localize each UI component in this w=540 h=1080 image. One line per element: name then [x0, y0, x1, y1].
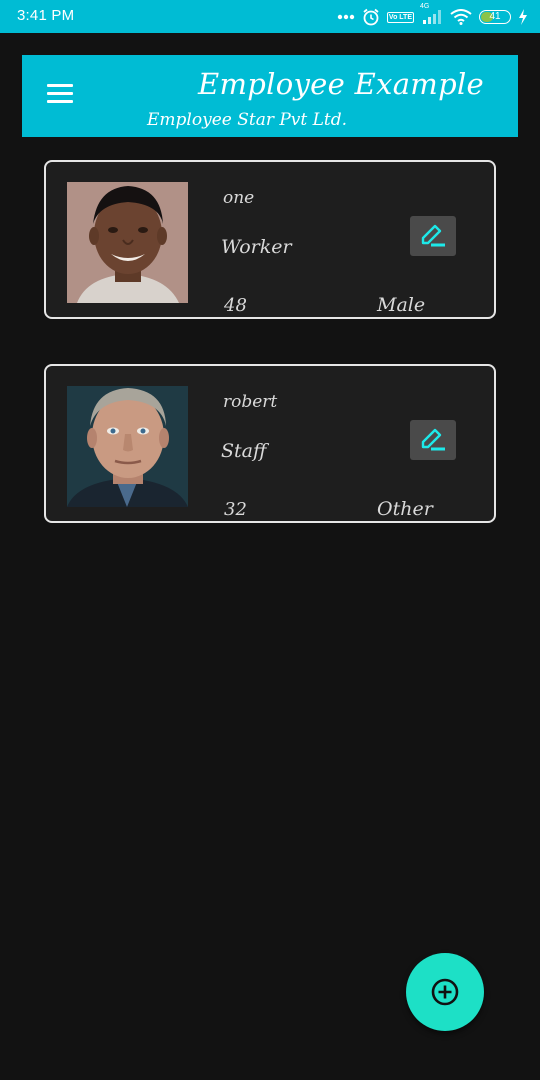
- edit-pen-icon: [421, 224, 445, 247]
- hamburger-menu-icon[interactable]: [44, 81, 76, 107]
- volte-icon: Vo LTE: [386, 11, 414, 23]
- edit-pen-icon: [421, 428, 445, 451]
- employee-avatar[interactable]: [67, 386, 188, 507]
- signal-icon: 4G: [420, 3, 443, 25]
- status-icons: Vo LTE 4G 41: [337, 3, 528, 28]
- edit-button[interactable]: [410, 216, 456, 256]
- employee-role: Staff: [221, 440, 267, 462]
- employee-card[interactable]: one Worker 48 Male: [44, 160, 496, 319]
- employee-name: one: [223, 188, 255, 208]
- employee-age: 32: [224, 499, 247, 520]
- employee-age: 48: [224, 295, 247, 316]
- employee-card[interactable]: robert Staff 32 Other: [44, 364, 496, 523]
- battery-level: 41: [489, 11, 501, 22]
- wifi-icon: [450, 9, 472, 25]
- app-title: Employee Example: [198, 67, 485, 101]
- employee-avatar[interactable]: [67, 182, 188, 303]
- add-employee-button[interactable]: [406, 953, 484, 1031]
- edit-button[interactable]: [410, 420, 456, 460]
- employee-gender: Other: [377, 498, 433, 520]
- battery-icon: 41: [479, 10, 511, 24]
- employee-role: Worker: [221, 236, 292, 258]
- employee-gender: Male: [377, 294, 426, 316]
- more-dots-icon: [337, 14, 355, 20]
- status-bar: 3:41 PM Vo LTE 4G 41: [0, 0, 540, 33]
- network-type-label: 4G: [420, 3, 430, 10]
- status-time: 3:41 PM: [17, 7, 75, 24]
- app-bar: Employee Example Employee Star Pvt Ltd.: [22, 55, 518, 137]
- app-subtitle: Employee Star Pvt Ltd.: [147, 110, 348, 130]
- employee-name: robert: [223, 392, 278, 412]
- add-circle-icon: [431, 978, 459, 1006]
- charging-icon: [518, 9, 528, 25]
- alarm-icon: [362, 8, 380, 26]
